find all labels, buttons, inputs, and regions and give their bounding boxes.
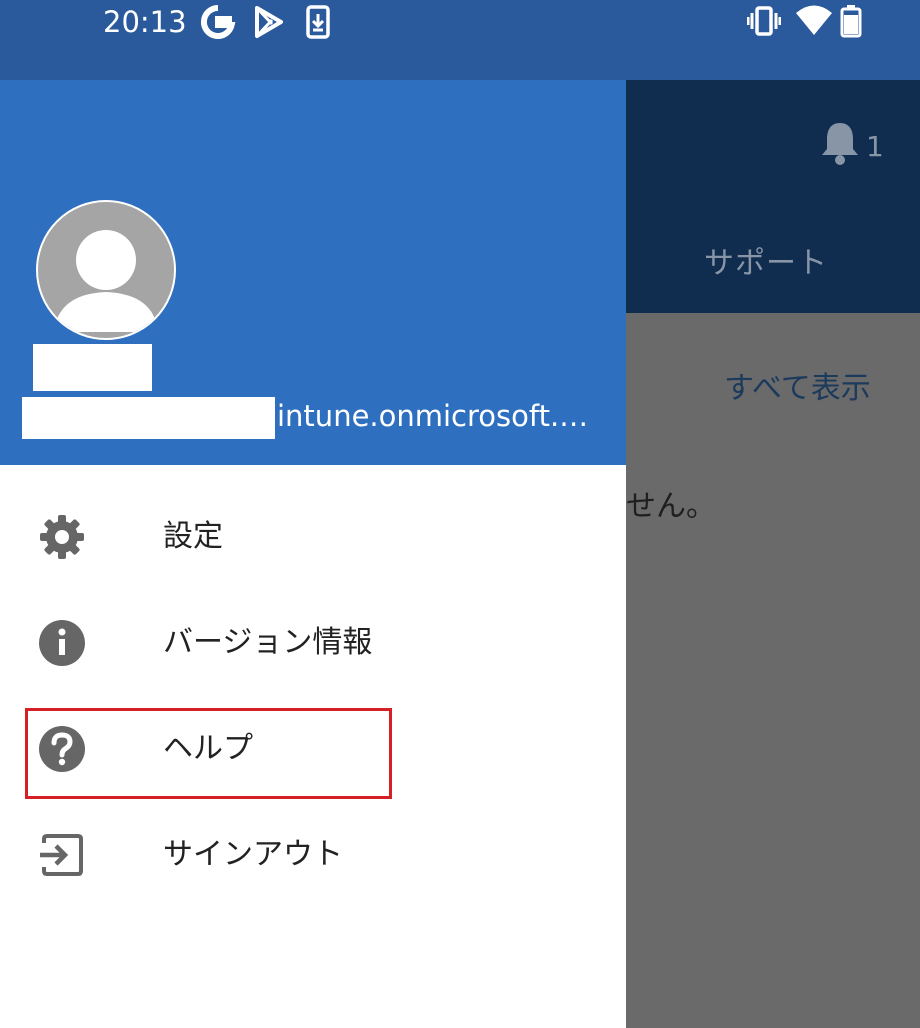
help-highlight-box: [25, 708, 392, 799]
sign-out-icon: [40, 834, 83, 876]
menu-label-settings: 設定: [163, 519, 223, 554]
info-icon: [39, 620, 85, 666]
navigation-drawer: intune.onmicrosoft.… 設定 バージョン情報 ヘルプ サインア…: [0, 80, 626, 1028]
google-icon: [200, 4, 236, 39]
menu-item-sign-out[interactable]: サインアウト: [0, 801, 626, 907]
status-bar: 20:13: [0, 0, 920, 80]
background-app-header: 1 サポート: [626, 80, 920, 313]
tab-support[interactable]: サポート: [704, 238, 828, 282]
redacted-user-name: [33, 344, 152, 391]
battery-icon: [840, 5, 862, 38]
user-silhouette-icon: [54, 230, 158, 332]
background-app: 1 サポート すべて表示 せん。: [626, 80, 920, 1028]
show-all-link[interactable]: すべて表示: [724, 363, 871, 407]
menu-label-version-info: バージョン情報: [163, 625, 373, 660]
account-email: intune.onmicrosoft.…: [277, 399, 589, 433]
drawer-header: intune.onmicrosoft.…: [0, 80, 626, 465]
notification-count: 1: [866, 130, 884, 163]
status-time: 20:13: [103, 5, 187, 39]
wifi-icon: [796, 5, 832, 35]
avatar: [36, 200, 176, 340]
background-app-content: すべて表示 せん。: [626, 313, 920, 1028]
redacted-email-prefix: [22, 397, 275, 439]
menu-label-sign-out: サインアウト: [163, 837, 343, 872]
vibrate-icon: [747, 6, 781, 36]
menu-item-settings[interactable]: 設定: [0, 483, 626, 589]
empty-message-fragment: せん。: [626, 489, 716, 524]
download-icon: [306, 5, 330, 39]
gear-icon: [40, 515, 84, 559]
menu-item-version-info[interactable]: バージョン情報: [0, 589, 626, 695]
notification-bell-icon[interactable]: [820, 120, 860, 166]
play-store-icon: [255, 6, 283, 38]
